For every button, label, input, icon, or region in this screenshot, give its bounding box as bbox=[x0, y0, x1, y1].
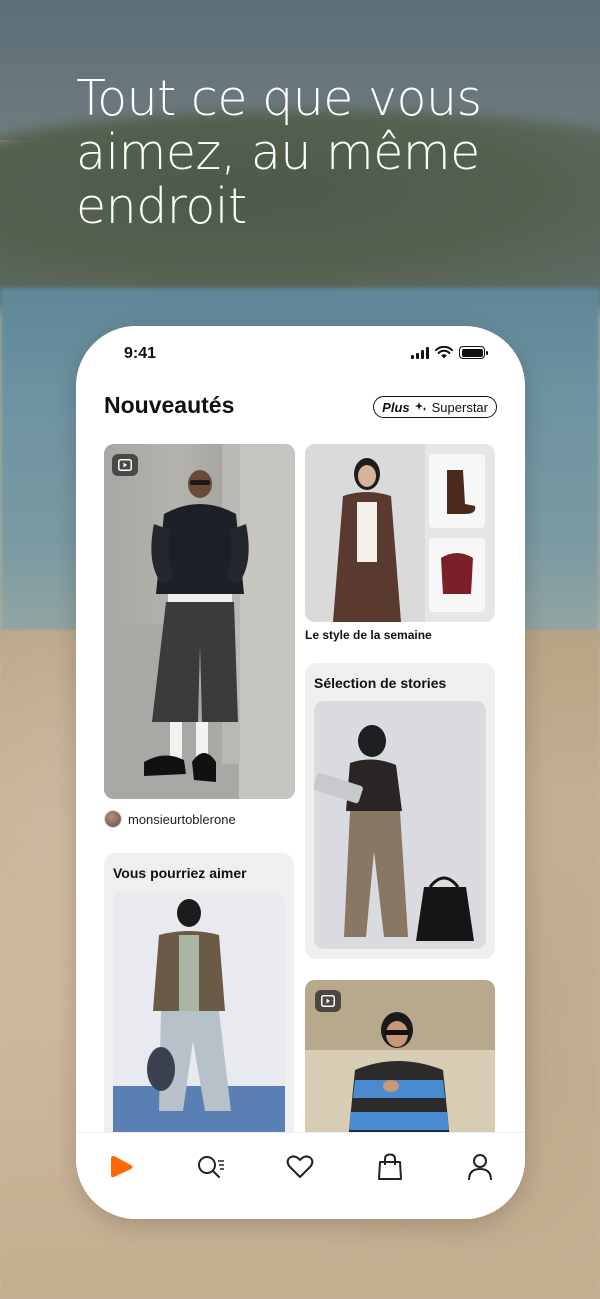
video-icon bbox=[315, 990, 341, 1012]
home-icon bbox=[110, 1156, 133, 1178]
stories-image bbox=[314, 701, 486, 949]
heart-icon bbox=[287, 1155, 314, 1178]
video-icon bbox=[112, 454, 138, 476]
nav-profile[interactable] bbox=[460, 1147, 500, 1187]
creator-user-row[interactable]: monsieurtoblerone bbox=[104, 810, 236, 828]
nav-home[interactable] bbox=[101, 1147, 141, 1187]
search-icon bbox=[197, 1156, 224, 1178]
stories-card[interactable]: Sélection de stories bbox=[305, 663, 495, 959]
creator-post-image[interactable] bbox=[104, 444, 295, 799]
style-of-week-caption: Le style de la semaine bbox=[305, 628, 432, 642]
recommendations-title: Vous pourriez aimer bbox=[113, 865, 247, 881]
profile-icon bbox=[468, 1154, 493, 1181]
feed: monsieurtoblerone Le style de la semaine… bbox=[76, 326, 525, 1219]
creator-username: monsieurtoblerone bbox=[128, 811, 236, 827]
recommendations-card[interactable]: Vous pourriez aimer bbox=[104, 853, 294, 1143]
bottom-nav bbox=[76, 1132, 525, 1219]
nav-bag[interactable] bbox=[370, 1147, 410, 1187]
bag-icon bbox=[378, 1153, 403, 1180]
nav-wishlist[interactable] bbox=[280, 1147, 320, 1187]
style-of-week-card[interactable] bbox=[305, 444, 495, 622]
avatar bbox=[104, 810, 122, 828]
style-of-week-photo bbox=[305, 444, 485, 622]
recommendations-image bbox=[113, 891, 285, 1143]
video-post-image[interactable] bbox=[305, 980, 495, 1150]
nav-search[interactable] bbox=[191, 1147, 231, 1187]
headline: Tout ce que vous aimez, au même endroit bbox=[76, 70, 482, 235]
recommendations-photo bbox=[113, 891, 285, 1143]
phone-mockup: 9:41 Nouveautés Plus Superstar monsieurt… bbox=[76, 326, 525, 1219]
stories-photo bbox=[314, 701, 486, 949]
stories-title: Sélection de stories bbox=[314, 675, 447, 691]
creator-photo bbox=[104, 444, 295, 799]
